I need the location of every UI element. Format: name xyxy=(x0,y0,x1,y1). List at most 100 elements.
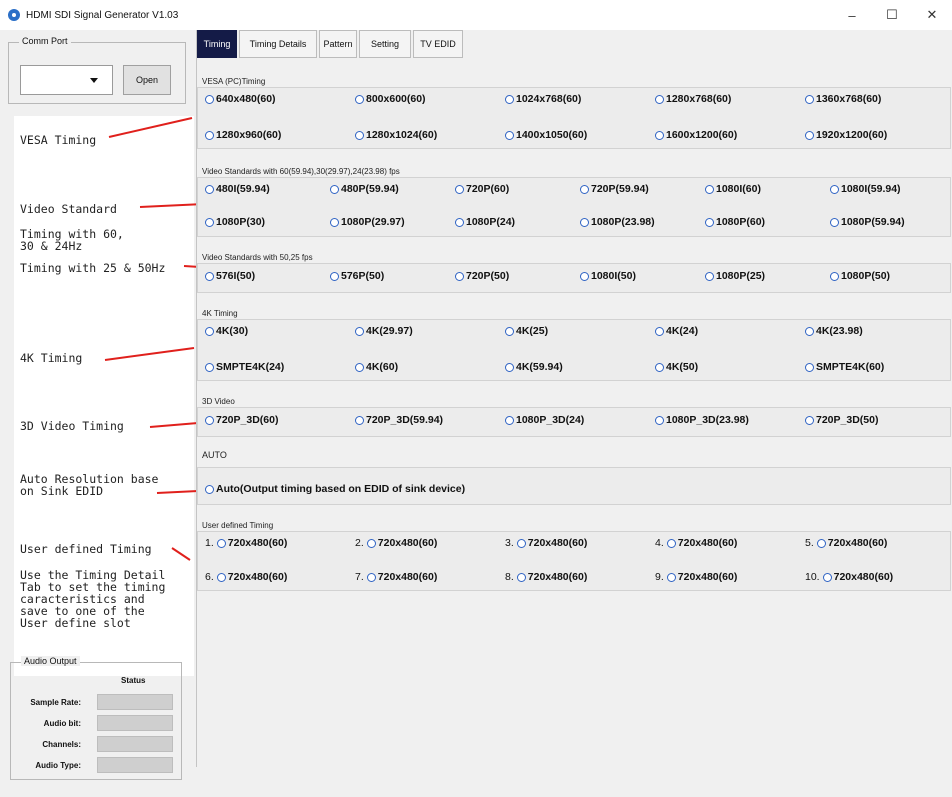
radio-user-1[interactable]: 1. 720x480(60) xyxy=(205,537,287,549)
radio-576p-50[interactable]: 576P(50) xyxy=(330,270,384,282)
audio-output-group: Audio Output Status Sample Rate: Audio b… xyxy=(10,656,182,780)
radio-icon xyxy=(205,217,214,227)
radio-icon xyxy=(655,130,664,140)
radio-icon xyxy=(355,326,364,336)
radio-icon xyxy=(516,572,526,582)
radio-auto-edid[interactable]: Auto(Output timing based on EDID of sink… xyxy=(205,483,465,495)
radio-vesa-1280x1024[interactable]: 1280x1024(60) xyxy=(355,129,437,141)
radio-user-3[interactable]: 3. 720x480(60) xyxy=(505,537,587,549)
audio-bit-value xyxy=(97,715,173,731)
radio-1080p-25[interactable]: 1080P(25) xyxy=(705,270,765,282)
maximize-button[interactable]: ☐ xyxy=(872,0,912,30)
radio-icon xyxy=(505,94,514,104)
tab-timing-details[interactable]: Timing Details xyxy=(239,30,317,58)
radio-icon xyxy=(355,415,364,425)
radio-user-9[interactable]: 9. 720x480(60) xyxy=(655,571,737,583)
radio-icon xyxy=(455,217,464,227)
minimize-button[interactable]: – xyxy=(832,0,872,30)
radio-user-4[interactable]: 4. 720x480(60) xyxy=(655,537,737,549)
annotation-3d: 3D Video Timing xyxy=(20,419,124,433)
radio-icon xyxy=(516,538,526,548)
video50-section-label: Video Standards with 50,25 fps xyxy=(202,253,313,262)
close-button[interactable]: ✕ xyxy=(912,0,952,30)
radio-vesa-1280x960[interactable]: 1280x960(60) xyxy=(205,129,281,141)
annotation-timing-60: Timing with 60, 30 & 24Hz xyxy=(20,227,124,253)
annotation-video-standard: Video Standard xyxy=(20,202,117,216)
radio-1080i-60[interactable]: 1080I(60) xyxy=(705,183,761,195)
radio-smpte4k-60[interactable]: SMPTE4K(60) xyxy=(805,361,884,373)
radio-icon xyxy=(455,184,464,194)
radio-icon xyxy=(816,538,826,548)
radio-4k-5994[interactable]: 4K(59.94) xyxy=(505,361,563,373)
radio-user-6[interactable]: 6. 720x480(60) xyxy=(205,571,287,583)
radio-icon xyxy=(205,94,214,104)
tab-tv-edid[interactable]: TV EDID xyxy=(413,30,463,58)
radio-icon xyxy=(505,326,514,336)
radio-4k-30[interactable]: 4K(30) xyxy=(205,325,248,337)
radio-user-7[interactable]: 7. 720x480(60) xyxy=(355,571,437,583)
radio-vesa-1360x768[interactable]: 1360x768(60) xyxy=(805,93,881,105)
radio-icon xyxy=(805,94,814,104)
radio-1080p3d-24[interactable]: 1080P_3D(24) xyxy=(505,414,584,426)
radio-vesa-640x480[interactable]: 640x480(60) xyxy=(205,93,276,105)
radio-vesa-1024x768[interactable]: 1024x768(60) xyxy=(505,93,581,105)
radio-720p3d-60[interactable]: 720P_3D(60) xyxy=(205,414,278,426)
comm-port-label: Comm Port xyxy=(19,36,71,46)
radio-4k-2997[interactable]: 4K(29.97) xyxy=(355,325,413,337)
vesa-section-label: VESA (PC)Timing xyxy=(202,77,266,86)
radio-icon xyxy=(822,572,832,582)
radio-icon xyxy=(205,326,214,336)
radio-icon xyxy=(205,415,214,425)
annotation-user-defined: User defined Timing xyxy=(20,542,152,556)
comm-port-group: Comm Port Open xyxy=(8,36,186,104)
radio-4k-50[interactable]: 4K(50) xyxy=(655,361,698,373)
radio-1080p-24[interactable]: 1080P(24) xyxy=(455,216,515,228)
radio-user-10[interactable]: 10. 720x480(60) xyxy=(805,571,893,583)
radio-1080p-2398[interactable]: 1080P(23.98) xyxy=(580,216,655,228)
radio-4k-2398[interactable]: 4K(23.98) xyxy=(805,325,863,337)
radio-1080p-30[interactable]: 1080P(30) xyxy=(205,216,265,228)
radio-480i-5994[interactable]: 480I(59.94) xyxy=(205,183,270,195)
radio-576i-50[interactable]: 576I(50) xyxy=(205,270,255,282)
radio-icon xyxy=(655,415,664,425)
radio-vesa-1280x768[interactable]: 1280x768(60) xyxy=(655,93,731,105)
radio-4k-24[interactable]: 4K(24) xyxy=(655,325,698,337)
radio-vesa-1600x1200[interactable]: 1600x1200(60) xyxy=(655,129,737,141)
tab-setting[interactable]: Setting xyxy=(359,30,411,58)
radio-1080p3d-2398[interactable]: 1080P_3D(23.98) xyxy=(655,414,749,426)
radio-720p-5994[interactable]: 720P(59.94) xyxy=(580,183,649,195)
radio-1080i-50[interactable]: 1080I(50) xyxy=(580,270,636,282)
radio-4k-60[interactable]: 4K(60) xyxy=(355,361,398,373)
radio-4k-25[interactable]: 4K(25) xyxy=(505,325,548,337)
radio-720p-60[interactable]: 720P(60) xyxy=(455,183,509,195)
radio-1080i-5994[interactable]: 1080I(59.94) xyxy=(830,183,901,195)
radio-1080p-50[interactable]: 1080P(50) xyxy=(830,270,890,282)
radio-vesa-1920x1200[interactable]: 1920x1200(60) xyxy=(805,129,887,141)
radio-720p3d-5994[interactable]: 720P_3D(59.94) xyxy=(355,414,443,426)
radio-icon xyxy=(705,184,714,194)
radio-1080p-60[interactable]: 1080P(60) xyxy=(705,216,765,228)
radio-icon xyxy=(355,94,364,104)
comm-port-select[interactable] xyxy=(20,65,113,95)
audio-status-header: Status xyxy=(121,676,146,685)
radio-icon xyxy=(205,184,214,194)
radio-720p-50[interactable]: 720P(50) xyxy=(455,270,509,282)
radio-720p3d-50[interactable]: 720P_3D(50) xyxy=(805,414,878,426)
video60-section-label: Video Standards with 60(59.94),30(29.97)… xyxy=(202,167,400,176)
radio-user-5[interactable]: 5. 720x480(60) xyxy=(805,537,887,549)
radio-user-2[interactable]: 2. 720x480(60) xyxy=(355,537,437,549)
radio-icon xyxy=(205,271,214,281)
radio-icon xyxy=(205,130,214,140)
tab-timing[interactable]: Timing xyxy=(197,30,237,58)
radio-480p-5994[interactable]: 480P(59.94) xyxy=(330,183,399,195)
radio-user-8[interactable]: 8. 720x480(60) xyxy=(505,571,587,583)
radio-1080p-2997[interactable]: 1080P(29.97) xyxy=(330,216,405,228)
radio-icon xyxy=(580,184,589,194)
radio-1080p-5994[interactable]: 1080P(59.94) xyxy=(830,216,905,228)
radio-smpte4k-24[interactable]: SMPTE4K(24) xyxy=(205,361,284,373)
radio-vesa-800x600[interactable]: 800x600(60) xyxy=(355,93,426,105)
radio-icon xyxy=(505,362,514,372)
open-button[interactable]: Open xyxy=(123,65,171,95)
tab-pattern[interactable]: Pattern xyxy=(319,30,357,58)
radio-vesa-1400x1050[interactable]: 1400x1050(60) xyxy=(505,129,587,141)
